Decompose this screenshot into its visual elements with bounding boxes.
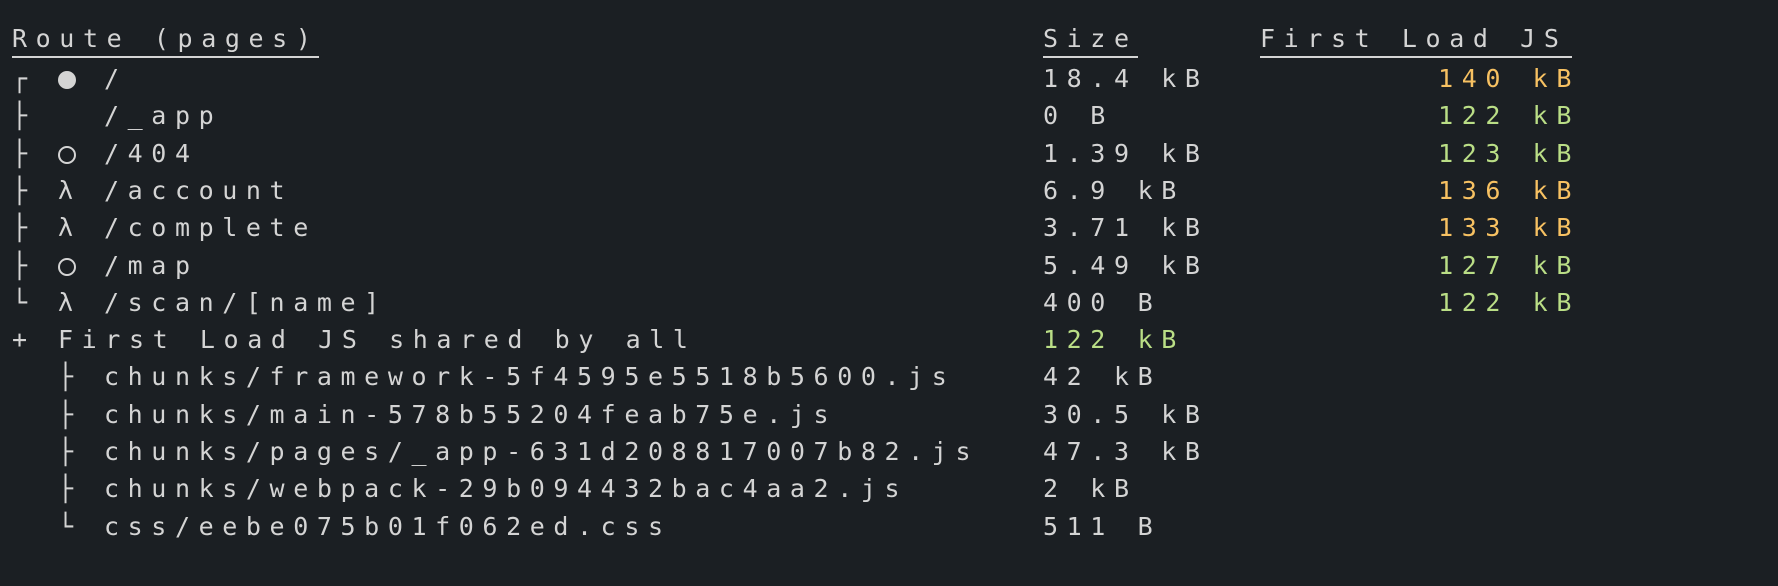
tree-connector: ├	[12, 101, 36, 131]
tree-connector: ├	[12, 250, 36, 280]
route-size: 0 B	[1043, 101, 1114, 131]
shared-row: + First Load JS shared by all 122 kB	[0, 321, 1778, 358]
route-size: 18.4 kB	[1043, 64, 1209, 93]
shared-label: First Load JS shared by all	[58, 325, 697, 355]
plus-icon: +	[12, 325, 36, 355]
chunk-name: css/eebe075b01f062ed.css	[104, 511, 672, 541]
route-row: ├ λ/complete 3.71 kB 133 kB	[0, 209, 1778, 246]
route-row: ├ /map 5.49 kB 127 kB	[0, 247, 1778, 284]
route-type-symbol: λ	[58, 172, 82, 209]
route-row: ├ λ/account 6.9 kB 136 kB	[0, 172, 1778, 209]
chunk-size: 511 B	[1043, 511, 1162, 541]
route-size: 6.9 kB	[1043, 175, 1185, 205]
route-first-load: 127 kB	[1438, 250, 1580, 280]
route-path: /_app	[104, 101, 223, 131]
route-size: 1.39 kB	[1043, 138, 1209, 168]
route-first-load: 140 kB	[1438, 64, 1580, 93]
shared-size: 122 kB	[1043, 325, 1185, 355]
route-row: ┌ / 18.4 kB 140 kB	[0, 60, 1778, 97]
tree-connector: └	[12, 287, 36, 317]
route-path: /404	[104, 138, 199, 168]
first-load-header: First Load JS	[1260, 22, 1572, 58]
lambda-icon: λ	[58, 213, 82, 243]
route-type-symbol: λ	[58, 209, 82, 246]
static-filled-circle-icon	[58, 71, 76, 89]
route-row: ├ /404 1.39 kB 123 kB	[0, 135, 1778, 172]
route-first-load: 122 kB	[1438, 101, 1580, 131]
chunk-row: ├ chunks/pages/_app-631d208817007b82.js 47…	[0, 433, 1778, 470]
chunk-row: └ css/eebe075b01f062ed.css 511 B	[0, 508, 1778, 545]
route-size: 400 B	[1043, 287, 1162, 317]
chunk-size: 2 kB	[1043, 474, 1138, 504]
tree-connector: ├	[58, 437, 82, 466]
tree-connector: └	[58, 511, 82, 541]
tree-connector: ├	[12, 175, 36, 205]
chunk-name: chunks/framework-5f4595e5518b5600.js	[104, 362, 956, 392]
route-type-symbol	[58, 247, 76, 284]
route-row: └ λ/scan/[name] 400 B 122 kB	[0, 284, 1778, 321]
chunk-name: chunks/pages/_app-631d208817007b82.js	[104, 437, 980, 466]
tree-connector: ├	[58, 399, 82, 429]
static-hollow-circle-icon	[58, 257, 76, 276]
static-hollow-circle-icon	[58, 145, 76, 164]
route-size: 5.49 kB	[1043, 250, 1209, 280]
chunk-size: 42 kB	[1043, 362, 1162, 392]
route-type-symbol: λ	[58, 284, 82, 321]
table-header: Route (pages) Size First Load JS	[0, 22, 1778, 59]
lambda-icon: λ	[58, 175, 82, 205]
route-row: ├ /_app 0 B 122 kB	[0, 97, 1778, 134]
chunk-size: 30.5 kB	[1043, 399, 1209, 429]
route-header: Route (pages)	[12, 22, 320, 58]
lambda-icon: λ	[58, 287, 82, 317]
chunk-row: ├ chunks/webpack-29b094432bac4aa2.js 2 kB	[0, 470, 1778, 507]
chunk-size: 47.3 kB	[1043, 437, 1209, 466]
route-path: /scan/[name]	[104, 287, 388, 317]
chunk-name: chunks/webpack-29b094432bac4aa2.js	[104, 474, 909, 504]
route-first-load: 123 kB	[1438, 138, 1580, 168]
route-first-load: 133 kB	[1438, 213, 1580, 243]
route-first-load: 136 kB	[1438, 175, 1580, 205]
chunk-name: chunks/main-578b55204feab75e.js	[104, 399, 838, 429]
route-path: /complete	[104, 213, 317, 243]
route-path: /map	[104, 250, 199, 280]
route-size: 3.71 kB	[1043, 213, 1209, 243]
route-type-symbol	[58, 60, 76, 97]
route-type-symbol	[58, 135, 76, 172]
tree-connector: ├	[58, 474, 82, 504]
chunk-row: ├ chunks/framework-5f4595e5518b5600.js 42 …	[0, 358, 1778, 395]
size-header: Size	[1043, 22, 1138, 58]
tree-connector: ┌	[12, 64, 36, 93]
route-path: /	[104, 64, 128, 93]
tree-connector: ├	[12, 138, 36, 168]
tree-connector: ├	[58, 362, 82, 392]
route-first-load: 122 kB	[1438, 287, 1580, 317]
route-path: /account	[104, 175, 294, 205]
chunk-row: ├ chunks/main-578b55204feab75e.js 30.5 kB	[0, 396, 1778, 433]
tree-connector: ├	[12, 213, 36, 243]
